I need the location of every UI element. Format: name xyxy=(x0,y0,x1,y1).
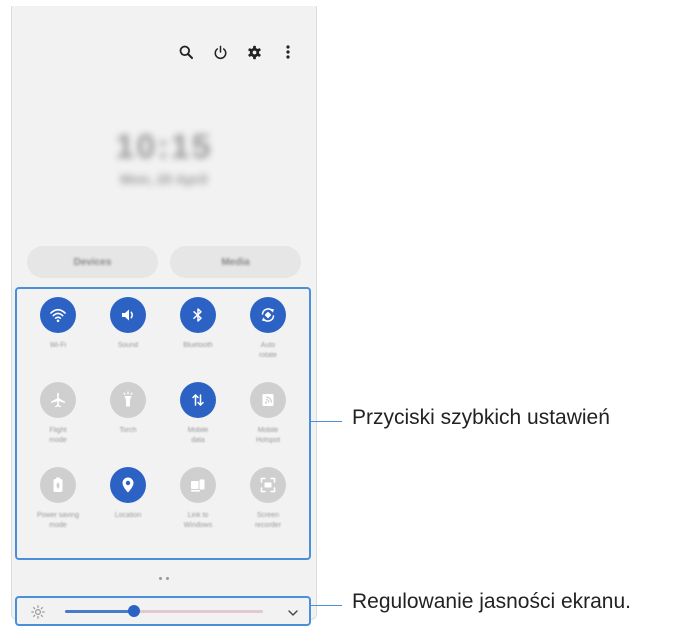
wifi-icon[interactable] xyxy=(40,297,76,333)
tile-label: Auto rotate xyxy=(259,342,277,359)
quick-setting-tile[interactable]: Mobile data xyxy=(163,382,233,467)
power-saving-icon[interactable] xyxy=(40,467,76,503)
tile-label: Screen recorder xyxy=(254,512,282,529)
tile-label: Flight mode xyxy=(49,427,67,444)
tiles-callout-label: Przyciski szybkich ustawień xyxy=(352,406,610,429)
quick-setting-tile[interactable]: Torch xyxy=(93,382,163,467)
auto-rotate-icon[interactable] xyxy=(250,297,286,333)
quick-setting-tile[interactable]: Mobile Hotspot xyxy=(233,382,303,467)
quick-setting-tile[interactable]: Bluetooth xyxy=(163,297,233,382)
tile-label: Mobile data xyxy=(187,427,209,444)
tile-label: Mobile Hotspot xyxy=(255,427,281,444)
screen-recorder-icon[interactable] xyxy=(250,467,286,503)
chevron-down-icon[interactable] xyxy=(287,606,299,618)
brightness-fill xyxy=(65,610,135,613)
tile-label: Wi-Fi xyxy=(49,342,67,349)
device-media-row: Devices Media xyxy=(27,246,301,278)
clock-date: Mon, 20 April xyxy=(120,171,208,187)
torch-icon[interactable] xyxy=(110,382,146,418)
quick-setting-tile[interactable]: Wi-Fi xyxy=(23,297,93,382)
quick-settings-grid: Wi-Fi Sound Bluetooth Auto rotate Flight mod… xyxy=(15,287,311,560)
tiles-callout-line xyxy=(310,421,342,422)
devices-label: Devices xyxy=(73,256,112,268)
location-icon[interactable] xyxy=(110,467,146,503)
quick-setting-tile[interactable]: Location xyxy=(93,467,163,552)
quick-setting-tile[interactable]: Link to Windows xyxy=(163,467,233,552)
brightness-callout-label: Regulowanie jasności ekranu. xyxy=(352,590,631,613)
media-label: Media xyxy=(221,256,250,268)
quick-setting-tile[interactable]: Sound xyxy=(93,297,163,382)
bluetooth-icon[interactable] xyxy=(180,297,216,333)
quick-setting-tile[interactable]: Auto rotate xyxy=(233,297,303,382)
quick-setting-tile[interactable]: Flight mode xyxy=(23,382,93,467)
brightness-bar xyxy=(15,596,311,626)
mobile-data-icon[interactable] xyxy=(180,382,216,418)
page-indicator xyxy=(12,577,316,580)
link-windows-icon[interactable] xyxy=(180,467,216,503)
brightness-callout-line xyxy=(310,605,342,606)
gear-icon[interactable] xyxy=(244,42,264,62)
tile-label: Location xyxy=(114,512,142,519)
power-icon[interactable] xyxy=(210,42,230,62)
brightness-thumb[interactable] xyxy=(128,605,141,617)
brightness-sun-icon xyxy=(31,605,45,619)
clock-widget: 10:15 Mon, 20 April xyxy=(12,128,316,187)
search-icon[interactable] xyxy=(176,42,196,62)
clock-time: 10:15 xyxy=(115,128,213,166)
tile-label: Bluetooth xyxy=(183,342,213,349)
tile-label: Torch xyxy=(119,427,137,434)
tile-label: Sound xyxy=(117,342,139,349)
tile-label: Power saving mode xyxy=(36,512,80,529)
quick-panel-toolbar xyxy=(176,42,298,62)
hotspot-icon[interactable] xyxy=(250,382,286,418)
more-vertical-icon[interactable] xyxy=(278,42,298,62)
sound-icon[interactable] xyxy=(110,297,146,333)
quick-panel: 10:15 Mon, 20 April Devices Media Wi-Fi S… xyxy=(11,6,317,626)
quick-setting-tile[interactable]: Power saving mode xyxy=(23,467,93,552)
brightness-slider[interactable] xyxy=(65,610,263,613)
devices-button[interactable]: Devices xyxy=(27,246,158,278)
media-button[interactable]: Media xyxy=(170,246,301,278)
tile-label: Link to Windows xyxy=(183,512,213,529)
quick-setting-tile[interactable]: Screen recorder xyxy=(233,467,303,552)
airplane-icon[interactable] xyxy=(40,382,76,418)
